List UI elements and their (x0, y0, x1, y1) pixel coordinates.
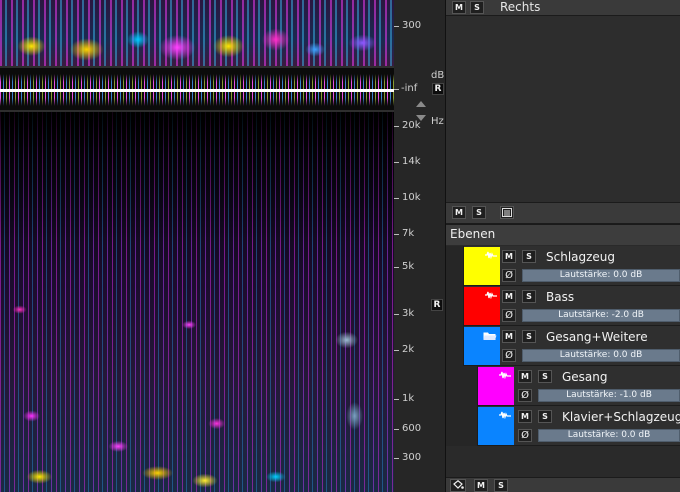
layer-mute-button[interactable]: M (518, 370, 532, 383)
inf-label: -inf (401, 83, 418, 94)
layers-solo-button[interactable]: S (472, 206, 486, 219)
zoom-up-arrow-icon[interactable] (416, 101, 426, 107)
layer-color-swatch[interactable] (464, 327, 500, 365)
layer-solo-button[interactable]: S (538, 370, 552, 383)
waveform-icon (499, 371, 511, 379)
ruler-label: 3k (402, 308, 415, 319)
layers-panel-title: Ebenen (450, 227, 496, 241)
layer-indent (446, 406, 478, 446)
right-channel-badge-lower[interactable]: R (431, 299, 443, 311)
ruler-label: 1k (402, 393, 415, 404)
layer-volume-slider[interactable]: Lautstärke: 0.0 dB (522, 349, 680, 362)
layer-row-bass[interactable]: M S Bass Ø Lautstärke: -2.0 dB (446, 286, 680, 326)
layer-indent (446, 326, 464, 366)
mute-button[interactable]: M (452, 1, 466, 14)
ruler-tick (394, 198, 399, 199)
layer-solo-button[interactable]: S (538, 410, 552, 423)
ruler-label: 20k (402, 120, 421, 131)
paint-bucket-icon[interactable] (450, 479, 466, 492)
layer-name: Gesang (562, 370, 608, 384)
ruler-label: 2k (402, 344, 415, 355)
layer-mute-button[interactable]: M (502, 250, 516, 263)
solo-button[interactable]: S (470, 1, 484, 14)
right-channel-badge[interactable]: R (432, 83, 444, 95)
phase-invert-button[interactable]: Ø (502, 349, 516, 362)
layer-row-gesang-weitere[interactable]: M S Gesang+Weitere Ø Lautstärke: 0.0 dB (446, 326, 680, 366)
layer-solo-button[interactable]: S (522, 330, 536, 343)
ruler-label: 5k (402, 261, 415, 272)
ruler-tick (394, 162, 399, 163)
layer-mute-button[interactable]: M (518, 410, 532, 423)
phase-invert-button[interactable]: Ø (502, 309, 516, 322)
waveform-icon (499, 411, 511, 419)
layer-color-swatch[interactable] (478, 367, 514, 405)
folder-open-icon (483, 332, 497, 340)
channel-panel: M S Rechts (446, 0, 680, 202)
layer-indent (446, 286, 464, 326)
ruler-label: 10k (402, 192, 421, 203)
ruler-tick (394, 126, 399, 127)
ruler-tick (394, 399, 399, 400)
ruler-label: 14k (402, 156, 421, 167)
layers-mute-button[interactable]: M (452, 206, 466, 219)
ruler-tick (394, 314, 399, 315)
layer-row-schlagzeug[interactable]: M S Schlagzeug Ø Lautstärke: 0.0 dB (446, 246, 680, 286)
phase-invert-button[interactable]: Ø (518, 389, 532, 402)
ruler-tick (394, 267, 399, 268)
bottom-solo-button[interactable]: S (494, 479, 508, 492)
phase-invert-button[interactable]: Ø (502, 269, 516, 282)
layer-row-klavier[interactable]: M S Klavier+Schlagzeug+B Ø Lautstärke: 0… (446, 406, 680, 446)
waveform-icon (485, 291, 497, 299)
ruler-label: 7k (402, 228, 415, 239)
layers-list: M S Schlagzeug Ø Lautstärke: 0.0 dB M S … (446, 245, 680, 477)
channel-header-bar: M S Rechts (446, 0, 680, 16)
waveform-icon (485, 251, 497, 259)
layer-color-swatch[interactable] (464, 247, 500, 285)
layer-name: Gesang+Weitere (546, 330, 648, 344)
layer-name: Schlagzeug (546, 250, 616, 264)
ruler-label-top: 300 (402, 20, 422, 31)
layer-row-gesang[interactable]: M S Gesang Ø Lautstärke: -1.0 dB (446, 366, 680, 406)
ruler-tick (394, 350, 399, 351)
bottom-mute-button[interactable]: M (474, 479, 488, 492)
ruler-tick (394, 26, 399, 27)
layer-indent (446, 246, 464, 286)
layer-mute-button[interactable]: M (502, 330, 516, 343)
layer-color-swatch[interactable] (464, 287, 500, 325)
layer-solo-button[interactable]: S (522, 250, 536, 263)
spectrogram-top[interactable] (0, 0, 394, 66)
layer-color-swatch[interactable] (478, 407, 514, 445)
layer-name: Klavier+Schlagzeug+B (562, 410, 680, 424)
layer-volume-slider[interactable]: Lautstärke: 0.0 dB (522, 269, 680, 282)
layer-volume-slider[interactable]: Lautstärke: -1.0 dB (538, 389, 680, 402)
ruler-tick (394, 429, 399, 430)
phase-invert-button[interactable]: Ø (518, 429, 532, 442)
layer-volume-slider[interactable]: Lautstärke: -2.0 dB (522, 309, 680, 322)
channel-label: Rechts (500, 0, 541, 14)
waveform-baseline (0, 89, 394, 92)
layers-toolbar: M S (446, 202, 680, 224)
spectrogram-main[interactable] (0, 112, 394, 492)
layer-solo-button[interactable]: S (522, 290, 536, 303)
ruler-label: 600 (402, 423, 422, 434)
layers-panel-header: Ebenen (446, 225, 680, 245)
waveform-strip[interactable] (0, 66, 394, 112)
layer-volume-slider[interactable]: Lautstärke: 0.0 dB (538, 429, 680, 442)
ruler-tick (394, 234, 399, 235)
frequency-ruler[interactable]: 300 dB -inf R Hz 20k 14k 10k 7k 5k R 3k … (394, 0, 446, 492)
ruler-label: 300 (402, 452, 422, 463)
layer-mute-button[interactable]: M (502, 290, 516, 303)
ruler-tick (394, 89, 399, 90)
layer-list-icon[interactable] (500, 206, 514, 219)
layer-indent (446, 366, 478, 406)
db-unit-label: dB (431, 70, 445, 81)
ruler-tick (394, 458, 399, 459)
layers-bottom-toolbar: M S (446, 477, 680, 492)
hz-unit-label: Hz (431, 116, 444, 127)
layer-name: Bass (546, 290, 575, 304)
